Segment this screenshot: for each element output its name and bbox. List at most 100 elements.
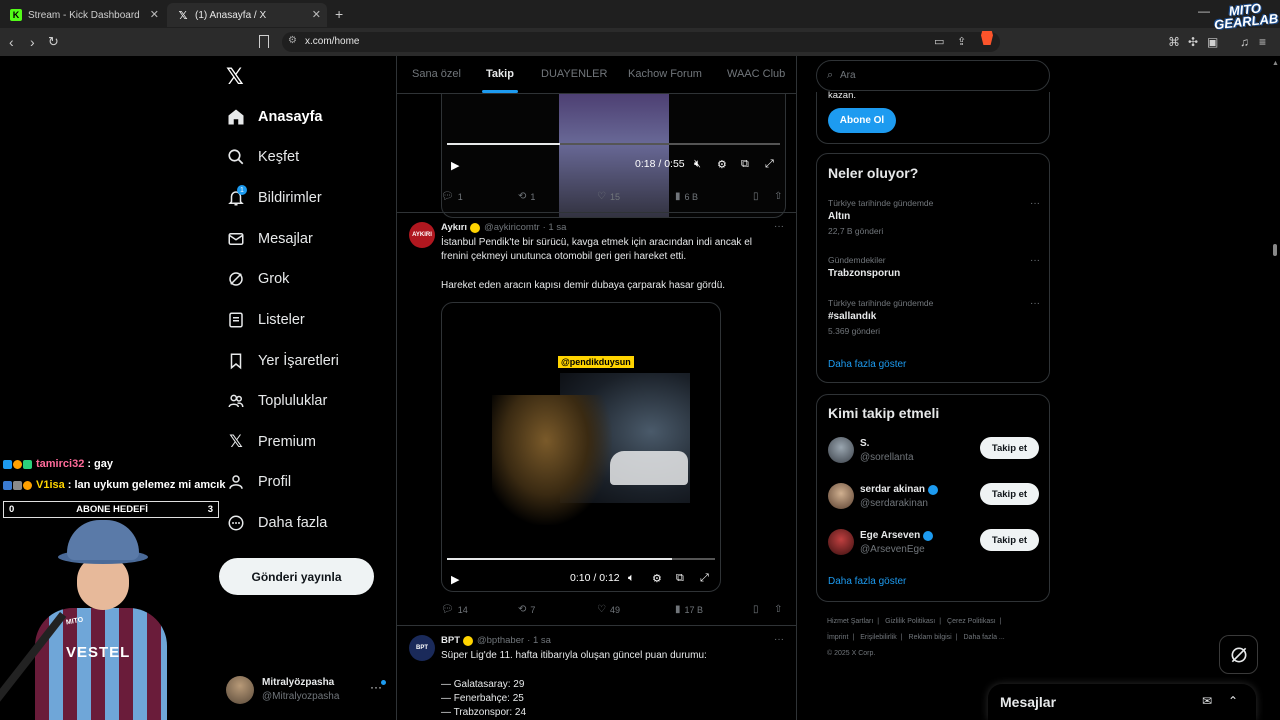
messages-drawer[interactable]: Mesajlar ✉ ⌃ (988, 684, 1256, 720)
footer-link[interactable]: Çerez Politikası (947, 618, 996, 625)
pip-icon[interactable]: ⧉ (676, 572, 684, 585)
play-icon[interactable]: ▶ (451, 159, 459, 172)
views-button[interactable]: ▮ 17 B (675, 604, 703, 615)
footer-link[interactable]: Daha fazla ... (964, 634, 1005, 641)
puzzle-icon[interactable]: ✣ (1188, 35, 1198, 49)
new-tab-icon[interactable]: + (335, 6, 343, 22)
sidebar-item-explore[interactable]: Keşfet (226, 142, 299, 172)
footer-link[interactable]: Reklam bilgisi (909, 634, 952, 641)
tweet-video-player[interactable]: @pendikduysun ▶ 0:10 / 0:12 🔈︎ ⚙ ⧉ ⤢ (441, 302, 721, 592)
close-tab-icon[interactable]: ✕ (312, 8, 321, 21)
site-info-icon[interactable]: ⚙ (288, 35, 297, 46)
follow-suggestion[interactable]: serdar akinan @serdarakinan Takip et (828, 483, 1040, 513)
trend-item[interactable]: Türkiye tarihinde gündemde #sallandık 5.… (828, 298, 1040, 336)
sidebar-item-home[interactable]: Anasayfa (226, 102, 322, 132)
fullscreen-icon[interactable]: ⤢ (700, 572, 709, 585)
share-button[interactable]: ⇧ (774, 604, 786, 615)
like-button[interactable]: ♡ 15 (597, 191, 620, 202)
back-icon[interactable]: ‹ (9, 34, 14, 50)
footer-link[interactable]: Gizlilik Politikası (885, 618, 935, 625)
sidebar-item-premium[interactable]: 𝕏 Premium (226, 427, 316, 457)
x-logo-icon[interactable]: 𝕏 (226, 64, 244, 90)
tweet-time[interactable]: · 1 sa (527, 635, 551, 646)
more-options-icon[interactable]: ··· (774, 634, 784, 645)
tab-following[interactable]: Takip (486, 68, 514, 80)
repost-button[interactable]: ⟲ 1 (518, 191, 535, 202)
tab-x-home[interactable]: 𝕏 (1) Anasayfa / X ✕ (167, 3, 327, 27)
video-progress-bar[interactable] (447, 558, 715, 560)
bookmark-button[interactable]: ▯ (753, 191, 763, 202)
account-switcher[interactable]: Mitralyözpasha @Mitralyozpasha ··· (226, 674, 390, 706)
share-button[interactable]: ⇧ (774, 191, 786, 202)
sidebar-item-more[interactable]: Daha fazla (226, 508, 327, 538)
sidebar-item-profile[interactable]: Profil (226, 467, 291, 497)
avatar[interactable]: BPT (409, 635, 435, 661)
sidebar-item-messages[interactable]: Mesajlar (226, 224, 313, 254)
page-scrollbar[interactable]: ▲ (1270, 56, 1280, 720)
follow-suggestion[interactable]: S. @sorellanta Takip et (828, 437, 1040, 467)
extension-icon[interactable]: ⌘ (1168, 35, 1180, 49)
tab-kachow-forum[interactable]: Kachow Forum (628, 68, 702, 80)
follow-button[interactable]: Takip et (980, 529, 1039, 551)
follow-button[interactable]: Takip et (980, 437, 1039, 459)
forward-icon[interactable]: › (30, 34, 35, 50)
views-button[interactable]: ▮ 6 B (675, 191, 698, 202)
close-tab-icon[interactable]: ✕ (150, 8, 159, 21)
tweet-author[interactable]: BPT (441, 635, 460, 646)
share-icon[interactable]: ⇪ (957, 35, 966, 48)
search-input[interactable]: ⌕ Ara (816, 60, 1050, 91)
post-button[interactable]: Gönderi yayınla (219, 558, 374, 595)
more-options-icon[interactable]: ··· (1030, 198, 1040, 209)
video-progress-bar[interactable] (447, 143, 780, 145)
tab-waac-club[interactable]: WAAC Club (727, 68, 785, 80)
sidebar-item-lists[interactable]: Listeler (226, 305, 305, 335)
repost-button[interactable]: ⟲ 7 (518, 604, 535, 615)
reply-button[interactable]: 💬︎ 1 (441, 191, 463, 202)
more-options-icon[interactable]: ··· (774, 221, 784, 232)
tab-kick-dashboard[interactable]: K Stream - Kick Dashboard ✕ (0, 3, 165, 27)
reload-icon[interactable]: ↻ (48, 34, 59, 50)
grok-button[interactable] (1219, 635, 1258, 674)
sidebar-item-bookmarks[interactable]: Yer İşaretleri (226, 346, 339, 376)
new-message-icon[interactable]: ✉ (1202, 694, 1212, 708)
scroll-up-icon[interactable]: ▲ (1272, 60, 1279, 67)
tab-for-you[interactable]: Sana özel (412, 68, 461, 80)
settings-icon[interactable]: ⚙ (652, 572, 662, 585)
trends-show-more-link[interactable]: Daha fazla göster (828, 359, 906, 370)
tweet-time[interactable]: · 1 sa (543, 222, 567, 233)
play-icon[interactable]: ▶ (451, 573, 459, 586)
trend-item[interactable]: Gündemdekiler Trabzonsporun ··· (828, 255, 1040, 279)
subscribe-button[interactable]: Abone Ol (828, 108, 896, 133)
sidebar-item-communities[interactable]: Topluluklar (226, 386, 327, 416)
bookmark-page-icon[interactable] (259, 35, 269, 48)
more-options-icon[interactable]: ··· (1030, 255, 1040, 266)
footer-link[interactable]: Hizmet Şartları (827, 618, 873, 625)
reply-button[interactable]: 💬︎ 14 (441, 604, 468, 615)
footer-link[interactable]: İmprint (827, 634, 848, 641)
sidebar-item-grok[interactable]: Grok (226, 264, 289, 294)
fullscreen-icon[interactable]: ⤢ (765, 158, 774, 171)
settings-icon[interactable]: ⚙ (717, 158, 727, 171)
tweet-author[interactable]: Aykırı (441, 222, 467, 233)
trend-item[interactable]: Türkiye tarihinde gündemde Altın 22,7 B … (828, 198, 1040, 236)
avatar[interactable]: AYKIRI (409, 222, 435, 248)
footer-link[interactable]: Erişilebilirlik (860, 634, 897, 641)
sidebar-item-notifications[interactable]: 1 Bildirimler (226, 183, 322, 213)
follow-button[interactable]: Takip et (980, 483, 1039, 505)
follow-suggestion[interactable]: Ege Arseven @ArsevenEge Takip et (828, 529, 1040, 559)
mute-icon[interactable]: 🔇︎ (694, 158, 701, 171)
scroll-thumb[interactable] (1273, 244, 1277, 256)
bookmark-button[interactable]: ▯ (753, 604, 763, 615)
follow-show-more-link[interactable]: Daha fazla göster (828, 576, 906, 587)
minimize-window-icon[interactable]: — (1198, 4, 1210, 18)
url-field[interactable]: ⚙ x.com/home ▭ ⇪ (282, 32, 1000, 52)
pip-icon[interactable]: ⧉ (741, 158, 749, 171)
tweet-handle[interactable]: @bpthaber (477, 635, 524, 646)
like-button[interactable]: ♡ 49 (597, 604, 620, 615)
cast-icon[interactable]: ▭ (934, 35, 944, 48)
tab-duayenler[interactable]: DUAYENLER (541, 68, 607, 80)
more-options-icon[interactable]: ··· (1030, 298, 1040, 309)
expand-up-icon[interactable]: ⌃ (1228, 694, 1238, 708)
tweet-handle[interactable]: @aykiricomtr (484, 222, 540, 233)
volume-icon[interactable]: 🔈︎ (628, 572, 635, 585)
